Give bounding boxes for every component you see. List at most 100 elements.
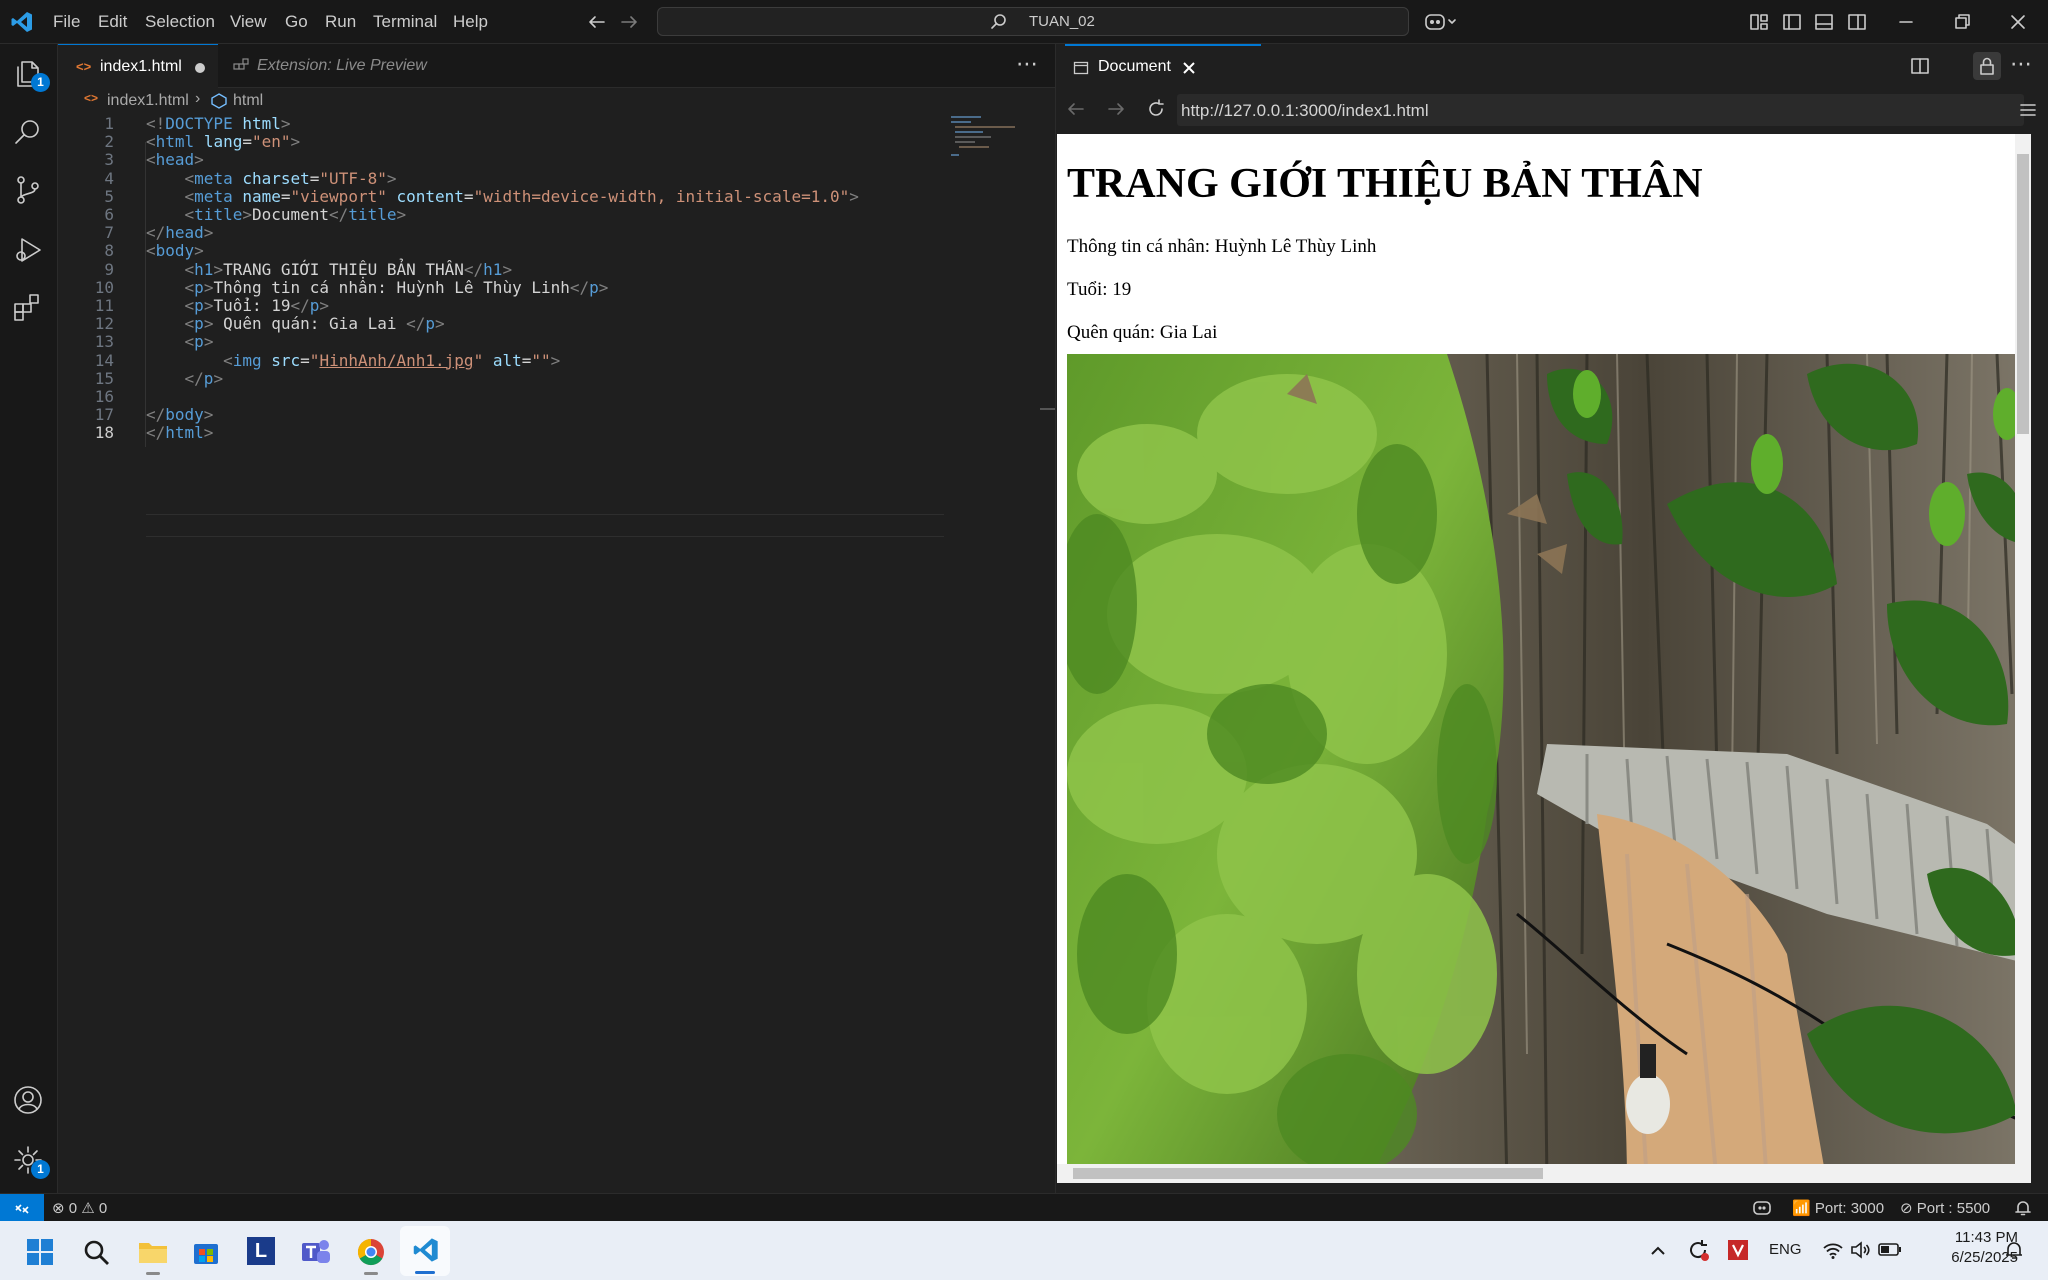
code-editor[interactable]: 1 2 3 4 5 6 7 8 9 10 11 12 13 14 15 16 17 18 <!DOCTYPE ht… — [58, 114, 1055, 1193]
bell-icon[interactable] — [2014, 1199, 2032, 1217]
code-line: <h1>TRANG GIỚI THIỆU BẢN THÂN</h1> — [146, 259, 513, 279]
reload-icon[interactable] — [1145, 98, 1167, 120]
problems-indicator[interactable]: ⊗ 0 ⚠ 0 — [52, 1199, 107, 1217]
line-number: 6 — [104, 205, 114, 224]
scrollbar-thumb[interactable] — [1073, 1168, 1543, 1179]
code-token: Tuổi: 19 — [213, 296, 291, 315]
microsoft-store-icon[interactable] — [192, 1238, 220, 1266]
close-window-icon[interactable] — [2008, 12, 2028, 32]
code-token: h1 — [483, 259, 503, 279]
activity-settings[interactable]: 1 — [12, 1144, 50, 1179]
more-actions-icon[interactable]: ⋯ — [2010, 51, 2032, 77]
menu-file[interactable]: File — [53, 12, 80, 32]
tab-document[interactable]: Document — [1065, 44, 1261, 88]
code-token: <! — [146, 114, 166, 133]
lock-group-button[interactable] — [1973, 52, 2001, 80]
vertical-scrollbar[interactable] — [2015, 134, 2031, 1183]
chevron-right-icon: › — [195, 90, 201, 107]
minimap[interactable] — [951, 114, 1041, 174]
code-token: body — [155, 241, 195, 261]
code-token: "" — [531, 350, 551, 370]
minimize-icon[interactable] — [1896, 12, 1916, 32]
menu-help[interactable]: Help — [453, 12, 488, 32]
vscode-taskbar-button[interactable] — [400, 1226, 450, 1276]
toggle-secondary-sidebar-icon[interactable] — [1847, 12, 1867, 32]
code-token: < — [184, 314, 195, 334]
code-token: title — [194, 205, 243, 224]
activity-explorer[interactable]: 1 — [12, 58, 50, 92]
breadcrumb-file[interactable]: index1.html — [107, 92, 189, 110]
search-icon[interactable] — [12, 116, 44, 148]
volume-icon[interactable] — [1850, 1240, 1872, 1260]
forward-arrow-icon[interactable] — [618, 11, 640, 33]
code-token: " — [309, 350, 320, 370]
menu-selection[interactable]: Selection — [145, 12, 215, 32]
lock-icon — [1980, 57, 1994, 75]
line-number: 2 — [104, 132, 114, 152]
unsaved-dot-icon[interactable] — [195, 63, 205, 73]
back-arrow-icon[interactable] — [586, 11, 608, 33]
teams-icon[interactable] — [300, 1237, 332, 1267]
line-number: 18 — [94, 423, 114, 443]
battery-icon[interactable] — [1878, 1242, 1902, 1258]
code-token: < — [223, 350, 233, 370]
antivirus-icon[interactable] — [1726, 1238, 1750, 1262]
code-token: > — [319, 296, 330, 315]
command-center-search[interactable]: TUAN_02 — [657, 7, 1409, 36]
more-actions-icon[interactable]: ⋯ — [1016, 51, 1038, 77]
url-bar[interactable]: http://127.0.0.1:3000/index1.html — [1177, 94, 2024, 126]
run-debug-icon[interactable] — [12, 234, 44, 266]
toggle-sidebar-icon[interactable] — [1782, 12, 1802, 32]
account-icon[interactable] — [12, 1084, 44, 1116]
menu-terminal[interactable]: Terminal — [373, 12, 437, 32]
scrollbar-thumb[interactable] — [2017, 154, 2029, 434]
menu-icon[interactable] — [2018, 100, 2038, 120]
tab-index1-html[interactable]: <> index1.html — [58, 44, 218, 88]
restore-icon[interactable] — [1952, 12, 1972, 32]
source-control-icon[interactable] — [12, 174, 44, 206]
horizontal-scrollbar[interactable] — [1057, 1164, 2015, 1183]
file-explorer-icon[interactable] — [137, 1238, 169, 1266]
chrome-icon[interactable] — [356, 1237, 386, 1267]
copilot-icon[interactable] — [1752, 1199, 1772, 1217]
notification-bell-icon[interactable] — [2004, 1240, 2024, 1262]
windows-start-icon[interactable] — [26, 1238, 54, 1266]
sync-icon[interactable] — [1686, 1238, 1710, 1262]
code-token: head — [165, 223, 204, 243]
chevron-up-icon[interactable] — [1648, 1241, 1668, 1261]
live-preview-port[interactable]: 📶 Port: 3000 — [1792, 1199, 1884, 1217]
menu-run[interactable]: Run — [325, 12, 356, 32]
language-indicator[interactable]: ENG — [1769, 1241, 1802, 1258]
code-token: </ — [146, 423, 166, 443]
live-server-port[interactable]: ⊘ Port : 5500 — [1900, 1199, 1990, 1217]
copilot-icon[interactable] — [1424, 10, 1458, 34]
page-age-text: Tuổi: 19 — [1067, 279, 1132, 300]
toggle-panel-icon[interactable] — [1814, 12, 1834, 32]
tab-extension-live-preview[interactable]: Extension: Live Preview — [219, 44, 451, 88]
code-token: < — [184, 296, 195, 315]
split-editor-icon[interactable] — [1910, 56, 1930, 76]
extensions-icon[interactable] — [12, 292, 44, 324]
line-number: 4 — [104, 168, 114, 188]
menu-edit[interactable]: Edit — [98, 12, 127, 32]
wifi-icon[interactable] — [1822, 1240, 1844, 1260]
breadcrumb-symbol[interactable]: html — [233, 92, 263, 110]
app-l-icon[interactable]: L — [247, 1237, 275, 1265]
remote-indicator[interactable] — [0, 1194, 44, 1221]
customize-layout-icon[interactable] — [1749, 12, 1769, 32]
search-icon[interactable] — [82, 1238, 110, 1266]
close-icon[interactable] — [1182, 61, 1196, 75]
browser-back-icon[interactable] — [1065, 98, 1087, 120]
preview-icon — [1073, 61, 1089, 75]
code-token: </ — [406, 314, 426, 334]
menu-view[interactable]: View — [230, 12, 267, 32]
running-indicator — [364, 1272, 378, 1275]
menu-go[interactable]: Go — [285, 12, 308, 32]
code-token: > — [213, 368, 224, 388]
code-token: < — [184, 277, 195, 297]
browser-forward-icon[interactable] — [1105, 98, 1127, 120]
